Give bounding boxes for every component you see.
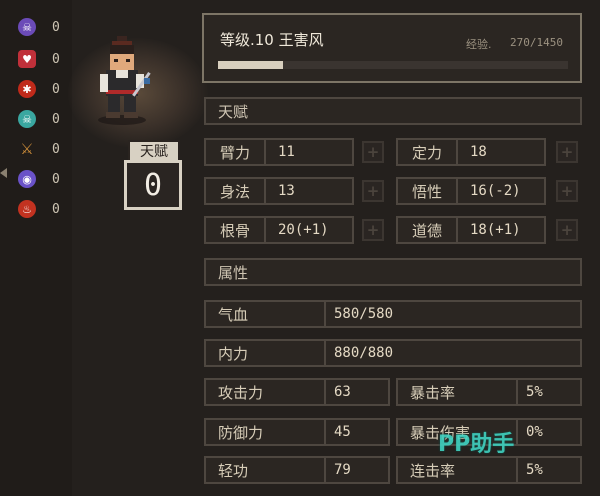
attribute-cell-agility: 身法 13 bbox=[204, 177, 354, 205]
skull-icon: ☠ bbox=[18, 18, 36, 36]
character-level-name: 等级.10 王害风 bbox=[220, 31, 324, 49]
stat-name: 防御力 bbox=[206, 420, 326, 444]
section-title: 属性 bbox=[218, 263, 249, 282]
attribute-value: 18(+1) bbox=[470, 222, 521, 238]
status-value: 0 bbox=[52, 201, 60, 217]
add-strength-button[interactable]: + bbox=[362, 141, 384, 163]
character-header: 等级.10 王害风 经验. 270/1450 bbox=[202, 13, 582, 83]
talent-points-box: 天赋 0 bbox=[122, 140, 184, 212]
add-focus-button[interactable]: + bbox=[556, 141, 578, 163]
attribute-cell-comprehension: 悟性 16(-2) bbox=[396, 177, 546, 205]
add-morality-button[interactable]: + bbox=[556, 219, 578, 241]
attribute-value: 16(-2) bbox=[470, 183, 521, 199]
watermark-logo: PP助手 bbox=[438, 432, 515, 457]
stat-row-mp: 内力 880/880 bbox=[204, 339, 582, 367]
stat-name: 气血 bbox=[206, 302, 326, 326]
status-effect-row: ♨ 0 bbox=[18, 198, 68, 220]
attribute-cell-focus: 定力 18 bbox=[396, 138, 546, 166]
attribute-name: 悟性 bbox=[398, 179, 458, 203]
exp-value: 270/1450 bbox=[510, 36, 563, 49]
stat-row-hp: 气血 580/580 bbox=[204, 300, 582, 328]
stat-value: 580/580 bbox=[334, 306, 394, 322]
stat-value: 45 bbox=[334, 424, 351, 440]
talent-points-label: 天赋 bbox=[128, 140, 180, 162]
add-agility-button[interactable]: + bbox=[362, 180, 384, 202]
status-effect-row: ☠ 0 bbox=[18, 108, 68, 130]
flame-icon: ♨ bbox=[18, 200, 36, 218]
stat-row-agility-skill: 轻功 79 bbox=[204, 456, 390, 484]
stat-row-combo-rate: 连击率 5% bbox=[396, 456, 582, 484]
stat-value: 5% bbox=[526, 462, 543, 478]
attribute-value: 18 bbox=[470, 144, 487, 160]
status-effect-row: ♥ 0 bbox=[18, 48, 68, 70]
stat-value: 79 bbox=[334, 462, 351, 478]
exp-progress-fill bbox=[218, 61, 284, 69]
stat-name: 攻击力 bbox=[206, 380, 326, 404]
stat-value: 63 bbox=[334, 384, 351, 400]
bug-icon: ✱ bbox=[18, 80, 36, 98]
status-effect-row: ✱ 0 bbox=[18, 78, 68, 100]
add-comprehension-button[interactable]: + bbox=[556, 180, 578, 202]
attribute-name: 根骨 bbox=[206, 218, 266, 242]
attribute-name: 身法 bbox=[206, 179, 266, 203]
status-value: 0 bbox=[52, 19, 60, 35]
stat-value: 0% bbox=[526, 424, 543, 440]
attribute-cell-strength: 臂力 11 bbox=[204, 138, 354, 166]
attributes-section-header: 属性 bbox=[204, 258, 582, 286]
attribute-value: 20(+1) bbox=[278, 222, 329, 238]
exp-progress-bar bbox=[218, 61, 568, 69]
status-value: 0 bbox=[52, 171, 60, 187]
exp-label: 经验. bbox=[466, 38, 492, 51]
poison-skull-icon: ☠ bbox=[18, 110, 36, 128]
attribute-value: 11 bbox=[278, 144, 295, 160]
status-value: 0 bbox=[52, 81, 60, 97]
collapse-arrow-icon[interactable] bbox=[0, 168, 7, 178]
status-value: 0 bbox=[52, 141, 60, 157]
stat-name: 内力 bbox=[206, 341, 326, 365]
status-effect-row: ◉ 0 bbox=[18, 168, 68, 190]
sword-icon: ⚔ bbox=[20, 139, 34, 158]
stat-row-defense: 防御力 45 bbox=[204, 418, 390, 446]
attribute-name: 臂力 bbox=[206, 140, 266, 164]
add-constitution-button[interactable]: + bbox=[362, 219, 384, 241]
section-title: 天赋 bbox=[218, 102, 249, 121]
stat-row-crit-rate: 暴击率 5% bbox=[396, 378, 582, 406]
stat-value: 880/880 bbox=[334, 345, 394, 361]
status-value: 0 bbox=[52, 111, 60, 127]
talent-points-value: 0 bbox=[124, 160, 182, 210]
attribute-name: 道德 bbox=[398, 218, 458, 242]
attribute-name: 定力 bbox=[398, 140, 458, 164]
talent-section-header: 天赋 bbox=[204, 97, 582, 125]
mask-icon: ◉ bbox=[18, 170, 36, 188]
stat-name: 连击率 bbox=[398, 458, 518, 482]
broken-heart-icon: ♥ bbox=[18, 50, 36, 68]
stat-row-attack: 攻击力 63 bbox=[204, 378, 390, 406]
attribute-value: 13 bbox=[278, 183, 295, 199]
stat-name: 轻功 bbox=[206, 458, 326, 482]
character-sprite[interactable] bbox=[88, 34, 160, 126]
attribute-cell-constitution: 根骨 20(+1) bbox=[204, 216, 354, 244]
status-effects-panel bbox=[0, 0, 72, 496]
stat-value: 5% bbox=[526, 384, 543, 400]
status-value: 0 bbox=[52, 51, 60, 67]
status-effect-row: ☠ 0 bbox=[18, 16, 68, 38]
status-effect-row: ⚔ 0 bbox=[18, 138, 68, 160]
stat-name: 暴击率 bbox=[398, 380, 518, 404]
attribute-cell-morality: 道德 18(+1) bbox=[396, 216, 546, 244]
